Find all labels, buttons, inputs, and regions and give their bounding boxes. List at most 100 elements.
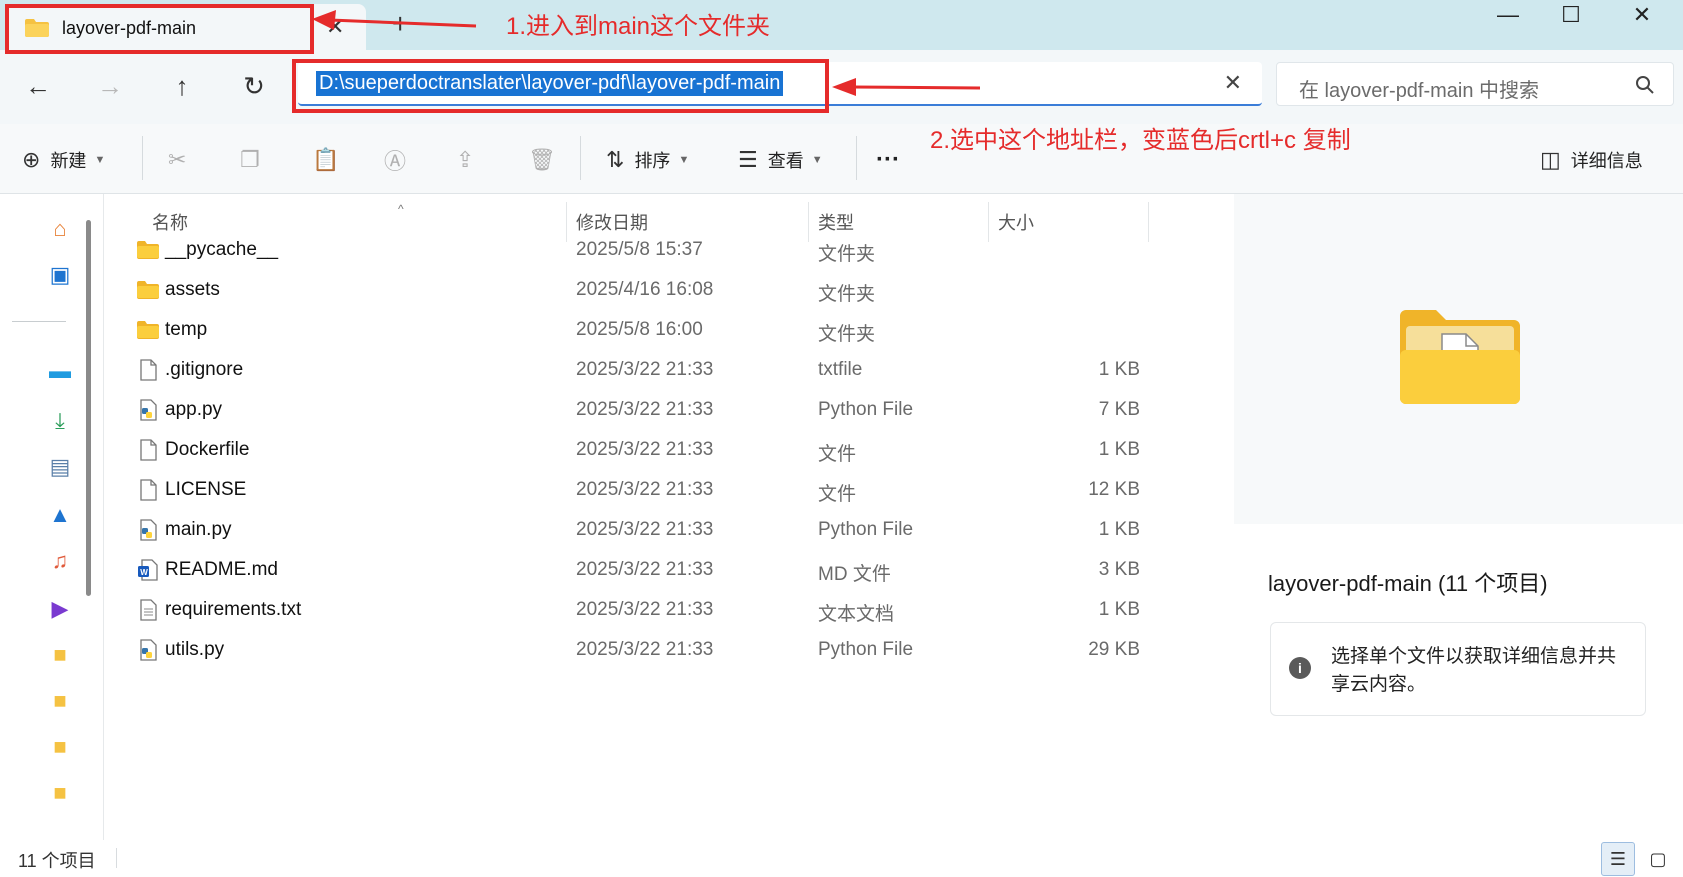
forward-arrow-icon[interactable]: → — [88, 66, 132, 106]
folder-icon[interactable]: ■ — [47, 642, 73, 668]
file-name: __pycache__ — [165, 239, 279, 260]
file-name: requirements.txt — [165, 599, 302, 620]
folder-icon[interactable]: ■ — [47, 734, 73, 760]
delete-button[interactable]: 🗑 — [528, 142, 566, 178]
chevron-down-icon: ▼ — [94, 154, 106, 166]
file-size: 7 KB — [1098, 399, 1140, 420]
file-name: Dockerfile — [165, 439, 250, 460]
status-bar: 11 个项目 ☰ ▢ — [0, 840, 1683, 877]
details-pane-icon: ◫ — [1540, 147, 1561, 172]
maximize-button[interactable]: ☐ — [1541, 0, 1601, 30]
sidebar-scrollbar[interactable] — [86, 220, 91, 596]
more-options-button[interactable]: ··· — [876, 142, 900, 178]
folder-icon[interactable]: ■ — [47, 780, 73, 806]
back-arrow-icon[interactable]: ← — [16, 66, 60, 106]
folder-icon — [136, 238, 160, 262]
info-card: i 选择单个文件以获取详细信息并共享云内容。 — [1270, 622, 1646, 716]
file-row[interactable]: W README.md 2025/3/22 21:33 MD 文件 3 KB — [104, 550, 1234, 590]
file-type: 文件 — [818, 484, 857, 505]
paste-button[interactable]: 📋 — [312, 142, 349, 178]
close-window-button[interactable]: ✕ — [1612, 0, 1672, 30]
pictures-icon[interactable]: ▲ — [47, 502, 73, 528]
new-tab-button[interactable]: + — [392, 8, 408, 40]
details-button[interactable]: ◫ 详细信息 — [1540, 142, 1643, 178]
file-date: 2025/3/22 21:33 — [576, 359, 714, 380]
clear-address-icon[interactable]: ✕ — [1224, 70, 1242, 96]
file-icon — [136, 358, 160, 382]
toolbar-divider — [856, 136, 857, 180]
navigation-bar: ← → ↑ ↻ D:\sueperdoctranslater\layover-p… — [0, 50, 1683, 124]
file-date: 2025/3/22 21:33 — [576, 519, 714, 540]
folder-preview-icon — [1400, 310, 1520, 404]
details-pane: layover-pdf-main (11 个项目) i 选择单个文件以获取详细信… — [1234, 194, 1683, 840]
home-icon[interactable]: ⌂ — [47, 216, 73, 242]
gallery-icon[interactable]: ▣ — [47, 262, 73, 288]
sort-label: 排序 — [634, 151, 671, 171]
file-row[interactable]: temp 2025/5/8 16:00 文件夹 — [104, 310, 1234, 350]
file-date: 2025/3/22 21:33 — [576, 639, 714, 660]
file-row[interactable]: main.py 2025/3/22 21:33 Python File 1 KB — [104, 510, 1234, 550]
music-icon[interactable]: ♫ — [47, 548, 73, 574]
toolbar-divider — [142, 136, 143, 180]
python-file-icon — [136, 638, 160, 662]
file-size: 1 KB — [1098, 359, 1140, 380]
file-row[interactable]: __pycache__ 2025/5/8 15:37 文件夹 — [104, 230, 1234, 270]
file-size: 1 KB — [1098, 519, 1140, 540]
file-size: 3 KB — [1098, 559, 1140, 580]
rename-button[interactable]: Ⓐ — [384, 142, 416, 178]
navigation-sidebar: ⌂ ▣ ▬ ⤓ ▤ ▲ ♫ ▶ ■ ■ ■ ■ — [0, 194, 104, 840]
chevron-down-icon: ▼ — [811, 154, 823, 166]
documents-icon[interactable]: ▤ — [47, 454, 73, 480]
file-name: main.py — [165, 519, 232, 540]
folder-icon[interactable]: ■ — [47, 688, 73, 714]
rename-icon: Ⓐ — [384, 149, 407, 174]
file-date: 2025/3/22 21:33 — [576, 479, 714, 500]
new-button[interactable]: ⊕ 新建 ▼ — [22, 142, 105, 178]
file-row[interactable]: assets 2025/4/16 16:08 文件夹 — [104, 270, 1234, 310]
details-title: layover-pdf-main (11 个项目) — [1268, 571, 1548, 596]
annotation-box-address — [292, 59, 829, 113]
details-view-icon[interactable]: ☰ — [1601, 842, 1635, 876]
up-arrow-icon[interactable]: ↑ — [160, 66, 204, 106]
file-row[interactable]: requirements.txt 2025/3/22 21:33 文本文档 1 KB — [104, 590, 1234, 630]
file-row[interactable]: app.py 2025/3/22 21:33 Python File 7 KB — [104, 390, 1234, 430]
tiles-view-icon[interactable]: ▢ — [1641, 842, 1675, 876]
search-placeholder: 在 layover-pdf-main 中搜索 — [1299, 80, 1540, 102]
file-row[interactable]: LICENSE 2025/3/22 21:33 文件 12 KB — [104, 470, 1234, 510]
tab-close-icon[interactable]: ✕ — [326, 14, 344, 40]
share-button[interactable]: ⇪ — [456, 142, 484, 178]
minimize-button[interactable]: — — [1478, 0, 1538, 30]
file-name: LICENSE — [165, 479, 247, 500]
sort-ascending-icon: ^ — [398, 202, 404, 216]
file-name: temp — [165, 319, 208, 340]
view-label: 查看 — [767, 151, 804, 171]
downloads-icon[interactable]: ⤓ — [47, 408, 73, 434]
info-text: 选择单个文件以获取详细信息并共享云内容。 — [1331, 646, 1617, 695]
view-button[interactable]: ☰ 查看 ▼ — [738, 142, 823, 178]
search-box[interactable]: 在 layover-pdf-main 中搜索 — [1276, 62, 1674, 106]
search-icon[interactable] — [1635, 75, 1655, 95]
desktop-icon[interactable]: ▬ — [47, 358, 73, 384]
sort-button[interactable]: ⇅ 排序 ▼ — [606, 142, 689, 178]
python-file-icon — [136, 518, 160, 542]
file-size: 1 KB — [1098, 439, 1140, 460]
file-type: Python File — [818, 399, 914, 420]
folder-icon — [136, 278, 160, 302]
file-date: 2025/3/22 21:33 — [576, 599, 714, 620]
annotation-box-tab — [5, 4, 314, 54]
file-date: 2025/5/8 15:37 — [576, 239, 703, 260]
file-row[interactable]: .gitignore 2025/3/22 21:33 txtfile 1 KB — [104, 350, 1234, 390]
trash-icon: 🗑 — [528, 147, 556, 172]
file-type: 文件夹 — [818, 284, 876, 305]
videos-icon[interactable]: ▶ — [47, 596, 73, 622]
refresh-icon[interactable]: ↻ — [232, 66, 276, 106]
chevron-down-icon: ▼ — [678, 154, 690, 166]
file-size: 12 KB — [1088, 479, 1140, 500]
python-file-icon — [136, 398, 160, 422]
copy-button[interactable]: ❐ — [240, 142, 270, 178]
file-row[interactable]: utils.py 2025/3/22 21:33 Python File 29 KB — [104, 630, 1234, 670]
cut-button[interactable]: ✂ — [168, 142, 196, 178]
file-name: utils.py — [165, 639, 225, 660]
file-type: 文本文档 — [818, 604, 895, 625]
file-row[interactable]: Dockerfile 2025/3/22 21:33 文件 1 KB — [104, 430, 1234, 470]
